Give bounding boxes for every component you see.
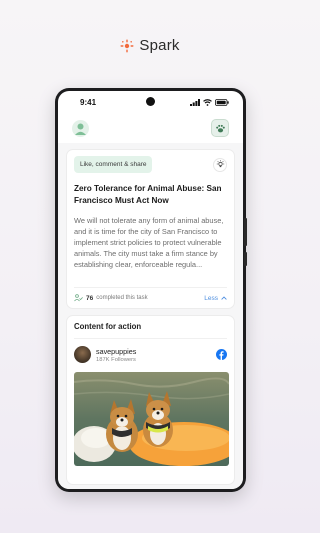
post-image[interactable] (74, 372, 229, 466)
post-followers: 187K Followers (96, 356, 136, 363)
paw-button[interactable] (211, 119, 229, 137)
phone-screen: 9:41 Like, comment & share Zero Toleranc… (58, 91, 243, 489)
side-button (244, 218, 247, 246)
side-button (244, 252, 247, 266)
post-username: savepuppies (96, 346, 137, 356)
task-title: Zero Tolerance for Animal Abuse: San Fra… (74, 184, 222, 205)
paw-icon (215, 124, 225, 132)
phone-frame: 9:41 Like, comment & share Zero Toleranc… (55, 88, 247, 492)
facebook-icon[interactable] (216, 349, 227, 360)
app-bar (58, 113, 243, 143)
profile-avatar-icon[interactable] (72, 119, 89, 137)
task-footer: 76 completed this task Less (74, 287, 227, 302)
post-author-info: savepuppies 187K Followers (96, 347, 136, 363)
completed-stat: 76 completed this task (74, 294, 148, 302)
less-label: Less (204, 294, 218, 302)
camera-notch (146, 97, 155, 106)
brand-header: Spark (0, 37, 300, 54)
task-card: Like, comment & share Zero Tolerance for… (66, 149, 235, 309)
brand-name: Spark (139, 37, 180, 54)
task-description: We will not tolerate any form of animal … (74, 216, 224, 269)
completed-count: 76 (86, 294, 94, 302)
corgi-dogs-photo (74, 372, 229, 466)
spark-logo-icon (120, 39, 134, 52)
tip-button[interactable] (213, 157, 227, 172)
people-check-icon (74, 294, 83, 302)
status-icons (190, 98, 229, 106)
content-for-action-title: Content for action (74, 322, 142, 331)
status-time: 9:41 (80, 97, 97, 107)
battery-icon (215, 98, 229, 106)
task-type-tag: Like, comment & share (74, 156, 153, 173)
chevron-up-icon (221, 296, 227, 300)
post-header: savepuppies 187K Followers (74, 338, 227, 363)
post-avatar (74, 346, 91, 363)
completed-label: completed this task (96, 295, 148, 301)
content-for-action-card: Content for action savepuppies 187K Foll… (66, 315, 235, 485)
task-tag-row: Like, comment & share (74, 156, 227, 173)
post-author[interactable]: savepuppies 187K Followers (74, 346, 136, 363)
lightbulb-icon (216, 160, 224, 168)
signal-icon (190, 98, 200, 106)
wifi-icon (203, 98, 212, 106)
content-area: Like, comment & share Zero Tolerance for… (58, 143, 243, 489)
less-toggle[interactable]: Less (204, 295, 227, 302)
